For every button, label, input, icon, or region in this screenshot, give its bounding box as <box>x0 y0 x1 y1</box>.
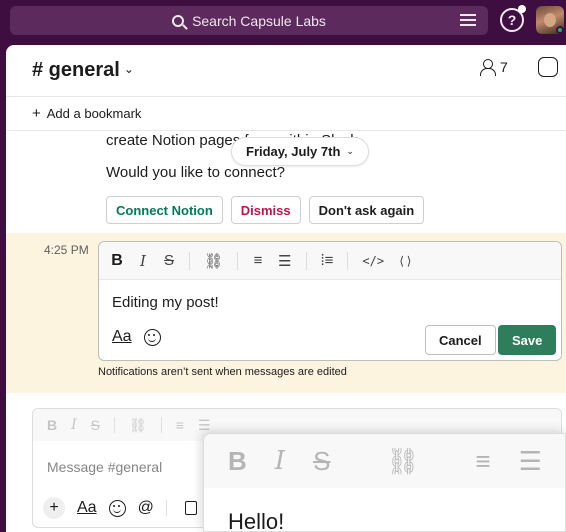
filter-icon[interactable] <box>460 13 476 27</box>
edit-text[interactable]: Editing my post! <box>112 294 219 311</box>
date-divider-label: Friday, July 7th <box>246 144 341 159</box>
plus-icon[interactable]: + <box>43 497 65 519</box>
connect-notion-button[interactable]: Connect Notion <box>106 196 223 224</box>
online-status-icon <box>556 26 564 34</box>
date-divider[interactable]: Friday, July 7th ⌄ <box>231 137 369 166</box>
dont-ask-again-button[interactable]: Don't ask again <box>308 196 425 224</box>
code-icon[interactable]: </> <box>362 254 384 268</box>
plus-icon: + <box>32 105 41 122</box>
help-icon[interactable]: ? <box>500 5 526 32</box>
bullet-list-icon[interactable]: ☰ <box>519 446 542 477</box>
strikethrough-button[interactable]: S <box>91 417 100 433</box>
ordered-list-icon[interactable]: ≡ <box>252 252 264 269</box>
zoomed-message-text[interactable]: Hello! <box>228 509 284 531</box>
avatar-face <box>544 13 556 27</box>
notification-dot <box>518 5 526 13</box>
zoomed-composer-preview: B I S ⛓ ≡ ☰ Hello! <box>203 433 566 532</box>
toolbar-divider <box>160 417 162 433</box>
strikethrough-button[interactable]: S <box>313 446 330 477</box>
channel-title[interactable]: # general ⌄ <box>32 59 134 82</box>
italic-button[interactable]: I <box>137 252 149 270</box>
bookmark-bar[interactable]: + Add a bookmark <box>6 97 566 131</box>
slack-window: Search Capsule Labs ? # general ⌄ 7 + Add… <box>0 0 566 532</box>
video-icon[interactable] <box>184 501 197 515</box>
format-toggle-button[interactable]: Aa <box>77 499 97 517</box>
search-placeholder: Search Capsule Labs <box>192 12 326 29</box>
toolbar-divider <box>189 251 190 270</box>
link-icon[interactable]: ⛓ <box>129 417 147 434</box>
huddle-icon[interactable] <box>538 57 558 77</box>
edit-notice: Notifications aren’t sent when messages … <box>98 366 347 378</box>
edit-box[interactable]: B I S ⛓ ≡ ☰ ⁞≡ </> ⟨⟩ Editing my post! A <box>98 241 562 361</box>
message-actions: Connect Notion Dismiss Don't ask again <box>106 196 425 224</box>
link-icon[interactable]: ⛓ <box>386 446 419 477</box>
chevron-down-icon: ⌄ <box>346 146 354 156</box>
italic-button[interactable]: I <box>71 417 77 433</box>
chevron-down-icon: ⌄ <box>123 62 134 76</box>
top-bar: Search Capsule Labs ? <box>0 0 566 45</box>
ordered-list-icon[interactable]: ≡ <box>176 417 184 433</box>
add-bookmark-label: Add a bookmark <box>46 106 142 121</box>
cancel-button[interactable]: Cancel <box>425 325 496 355</box>
toolbar-divider <box>114 417 115 433</box>
zoomed-toolbar: B I S ⛓ ≡ ☰ <box>204 434 565 488</box>
format-toggle-button[interactable]: Aa <box>112 328 132 346</box>
user-avatar[interactable] <box>536 6 564 34</box>
toolbar-divider <box>237 251 239 270</box>
message-input[interactable]: Message #general <box>47 459 162 475</box>
blockquote-icon[interactable]: ⁞≡ <box>321 252 334 269</box>
toolbar-divider <box>305 251 307 270</box>
bold-button[interactable]: B <box>228 446 247 477</box>
toolbar-divider <box>165 500 167 516</box>
dismiss-button[interactable]: Dismiss <box>230 196 301 224</box>
bold-button[interactable]: B <box>111 252 123 270</box>
italic-button[interactable]: I <box>275 446 285 476</box>
bullet-list-icon[interactable]: ☰ <box>278 252 291 270</box>
members-count: 7 <box>500 59 508 75</box>
person-icon <box>480 59 496 76</box>
toolbar-divider <box>347 251 349 270</box>
emoji-icon[interactable] <box>143 328 161 346</box>
mention-button[interactable]: @ <box>138 499 154 517</box>
editor-actions: Aa <box>112 328 161 346</box>
bullet-list-icon[interactable]: ☰ <box>198 417 211 434</box>
editing-message: 4:25 PM B I S ⛓ ≡ ☰ ⁞≡ </> ⟨⟩ Editing my… <box>6 233 566 393</box>
search-bar[interactable]: Search Capsule Labs <box>10 6 488 35</box>
channel-header: # general ⌄ 7 <box>6 45 566 97</box>
save-button[interactable]: Save <box>498 325 557 355</box>
emoji-icon[interactable] <box>108 499 126 517</box>
composer-actions: + Aa @ <box>43 497 197 519</box>
code-block-icon[interactable]: ⟨⟩ <box>398 254 412 268</box>
bold-button[interactable]: B <box>47 417 57 433</box>
link-icon[interactable]: ⛓ <box>204 252 223 270</box>
strikethrough-button[interactable]: S <box>163 252 175 269</box>
channel-name: # general <box>32 59 120 81</box>
message-timestamp: 4:25 PM <box>44 243 89 257</box>
search-icon <box>172 14 185 27</box>
members-button[interactable]: 7 <box>480 59 508 76</box>
message-line: Would you like to connect? <box>106 164 285 181</box>
ordered-list-icon[interactable]: ≡ <box>475 446 490 477</box>
format-toolbar: B I S ⛓ ≡ ☰ ⁞≡ </> ⟨⟩ <box>99 242 561 280</box>
